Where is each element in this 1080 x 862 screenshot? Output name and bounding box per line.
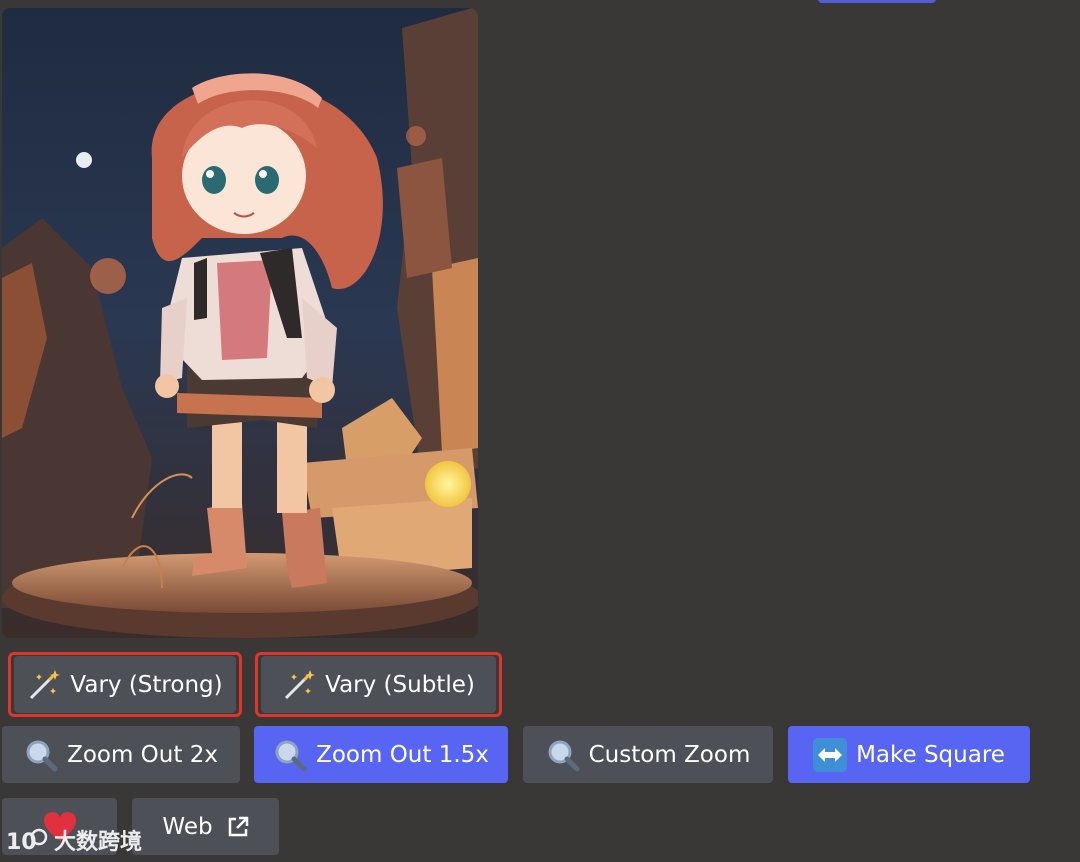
vary-strong-label: Vary (Strong) xyxy=(70,671,223,698)
custom-zoom-label: Custom Zoom xyxy=(588,741,751,768)
magic-wand-icon xyxy=(282,668,316,702)
web-button[interactable]: Web xyxy=(132,798,279,855)
zoom-out-1-5x-button[interactable]: Zoom Out 1.5x xyxy=(254,726,508,783)
magnifier-icon xyxy=(273,738,307,772)
chibi-girl-render xyxy=(2,8,478,638)
zoom-out-2x-button[interactable]: Zoom Out 2x xyxy=(2,726,240,783)
make-square-button[interactable]: Make Square xyxy=(788,726,1030,783)
previous-message-text xyxy=(0,0,780,2)
vary-subtle-button[interactable]: Vary (Subtle) xyxy=(261,656,496,713)
vary-subtle-label: Vary (Subtle) xyxy=(325,671,475,698)
magnifier-icon xyxy=(24,738,58,772)
vary-strong-button[interactable]: Vary (Strong) xyxy=(14,656,236,713)
external-link-icon xyxy=(227,816,249,838)
custom-zoom-button[interactable]: Custom Zoom xyxy=(523,726,773,783)
previous-button-partial[interactable] xyxy=(818,0,936,3)
zoom-out-1-5x-label: Zoom Out 1.5x xyxy=(316,741,489,768)
generated-image[interactable] xyxy=(2,8,478,638)
make-square-label: Make Square xyxy=(856,741,1005,768)
watermark: 10 大数跨境 xyxy=(6,820,142,860)
zoom-out-2x-label: Zoom Out 2x xyxy=(67,741,218,768)
left-right-arrow-icon xyxy=(813,737,848,772)
watermark-text: 大数跨境 xyxy=(54,830,143,855)
magic-wand-icon xyxy=(27,668,61,702)
magnifier-icon xyxy=(546,738,580,772)
web-label: Web xyxy=(162,813,213,840)
watermark-logo-icon: 10 xyxy=(6,825,48,855)
